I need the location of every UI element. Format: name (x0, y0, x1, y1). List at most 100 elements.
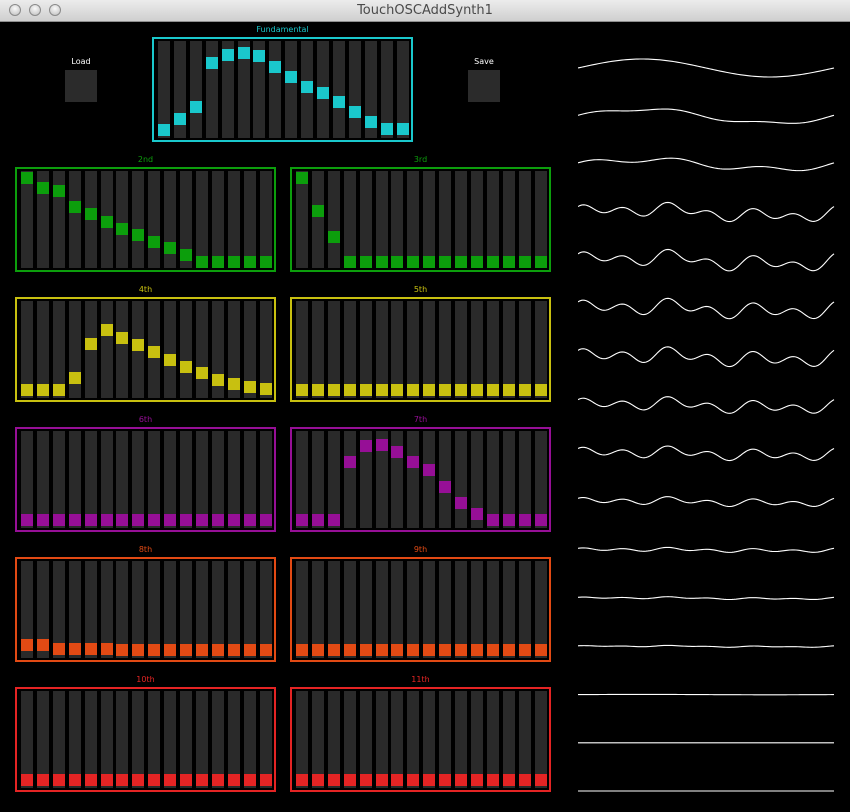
slider-handle[interactable] (486, 774, 499, 787)
slider-column[interactable] (180, 561, 192, 658)
slider-column[interactable] (180, 431, 192, 528)
slider-column[interactable] (195, 171, 208, 268)
slider-column[interactable] (116, 431, 129, 528)
slider-column[interactable] (164, 691, 177, 788)
slider-column[interactable] (132, 301, 145, 398)
slider-handle[interactable] (375, 438, 388, 451)
slider-column[interactable] (311, 691, 324, 788)
slider-column[interactable] (375, 691, 388, 788)
slider-column[interactable] (116, 691, 129, 788)
slider-handle[interactable] (470, 508, 483, 521)
multislider-10th[interactable] (15, 687, 276, 792)
slider-handle[interactable] (68, 372, 81, 385)
slider-handle[interactable] (391, 644, 404, 657)
slider-handle[interactable] (36, 384, 49, 397)
slider-column[interactable] (180, 301, 192, 398)
slider-column[interactable] (21, 301, 33, 398)
slider-handle[interactable] (132, 339, 145, 352)
multislider-3rd[interactable] (290, 167, 551, 272)
slider-column[interactable] (52, 431, 65, 528)
slider-column[interactable] (396, 41, 409, 138)
slider-column[interactable] (68, 431, 81, 528)
slider-column[interactable] (327, 301, 340, 398)
slider-column[interactable] (84, 301, 97, 398)
slider-handle[interactable] (84, 774, 97, 787)
slider-handle[interactable] (195, 644, 208, 657)
slider-column[interactable] (148, 561, 161, 658)
slider-column[interactable] (359, 561, 372, 658)
slider-handle[interactable] (455, 497, 467, 510)
slider-handle[interactable] (455, 774, 467, 787)
slider-column[interactable] (486, 691, 499, 788)
slider-column[interactable] (259, 431, 272, 528)
slider-column[interactable] (259, 561, 272, 658)
slider-handle[interactable] (180, 249, 192, 262)
slider-column[interactable] (364, 41, 377, 138)
slider-handle[interactable] (132, 774, 145, 787)
multislider-9th[interactable] (290, 557, 551, 662)
slider-handle[interactable] (164, 353, 177, 366)
slider-handle[interactable] (423, 256, 436, 268)
slider-column[interactable] (391, 301, 404, 398)
slider-column[interactable] (534, 691, 547, 788)
slider-handle[interactable] (164, 514, 177, 527)
slider-column[interactable] (534, 431, 547, 528)
slider-column[interactable] (211, 171, 224, 268)
slider-handle[interactable] (391, 446, 404, 459)
slider-column[interactable] (158, 41, 170, 138)
slider-column[interactable] (391, 561, 404, 658)
multislider-5th[interactable] (290, 297, 551, 402)
slider-handle[interactable] (84, 643, 97, 656)
slider-handle[interactable] (534, 774, 547, 787)
slider-handle[interactable] (327, 644, 340, 657)
slider-handle[interactable] (52, 774, 65, 787)
slider-handle[interactable] (359, 644, 372, 657)
slider-handle[interactable] (423, 464, 436, 477)
slider-column[interactable] (359, 431, 372, 528)
slider-column[interactable] (296, 431, 308, 528)
slider-handle[interactable] (518, 644, 531, 657)
slider-column[interactable] (455, 431, 467, 528)
slider-column[interactable] (470, 691, 483, 788)
slider-column[interactable] (21, 171, 33, 268)
slider-column[interactable] (391, 691, 404, 788)
slider-handle[interactable] (359, 256, 372, 268)
slider-column[interactable] (36, 431, 49, 528)
slider-column[interactable] (100, 431, 113, 528)
slider-handle[interactable] (296, 644, 308, 657)
slider-handle[interactable] (100, 774, 113, 787)
slider-column[interactable] (375, 171, 388, 268)
slider-handle[interactable] (486, 256, 499, 268)
slider-column[interactable] (195, 301, 208, 398)
slider-column[interactable] (211, 691, 224, 788)
slider-handle[interactable] (296, 384, 308, 397)
slider-column[interactable] (343, 691, 356, 788)
slider-column[interactable] (391, 431, 404, 528)
slider-column[interactable] (470, 301, 483, 398)
slider-handle[interactable] (148, 644, 161, 657)
slider-handle[interactable] (518, 774, 531, 787)
slider-column[interactable] (21, 431, 33, 528)
slider-handle[interactable] (348, 106, 361, 119)
slider-handle[interactable] (470, 384, 483, 397)
slider-column[interactable] (227, 561, 240, 658)
slider-handle[interactable] (52, 384, 65, 397)
slider-column[interactable] (423, 561, 436, 658)
slider-column[interactable] (84, 171, 97, 268)
slider-handle[interactable] (375, 384, 388, 397)
slider-handle[interactable] (132, 514, 145, 527)
slider-column[interactable] (189, 41, 202, 138)
slider-handle[interactable] (21, 514, 33, 527)
multislider-2nd[interactable] (15, 167, 276, 272)
slider-column[interactable] (327, 561, 340, 658)
slider-handle[interactable] (36, 514, 49, 527)
slider-handle[interactable] (68, 643, 81, 656)
slider-handle[interactable] (470, 256, 483, 268)
multislider-4th[interactable] (15, 297, 276, 402)
slider-handle[interactable] (407, 384, 420, 397)
slider-column[interactable] (148, 301, 161, 398)
slider-handle[interactable] (380, 123, 393, 136)
slider-handle[interactable] (116, 514, 129, 527)
slider-column[interactable] (455, 691, 467, 788)
slider-handle[interactable] (195, 774, 208, 787)
